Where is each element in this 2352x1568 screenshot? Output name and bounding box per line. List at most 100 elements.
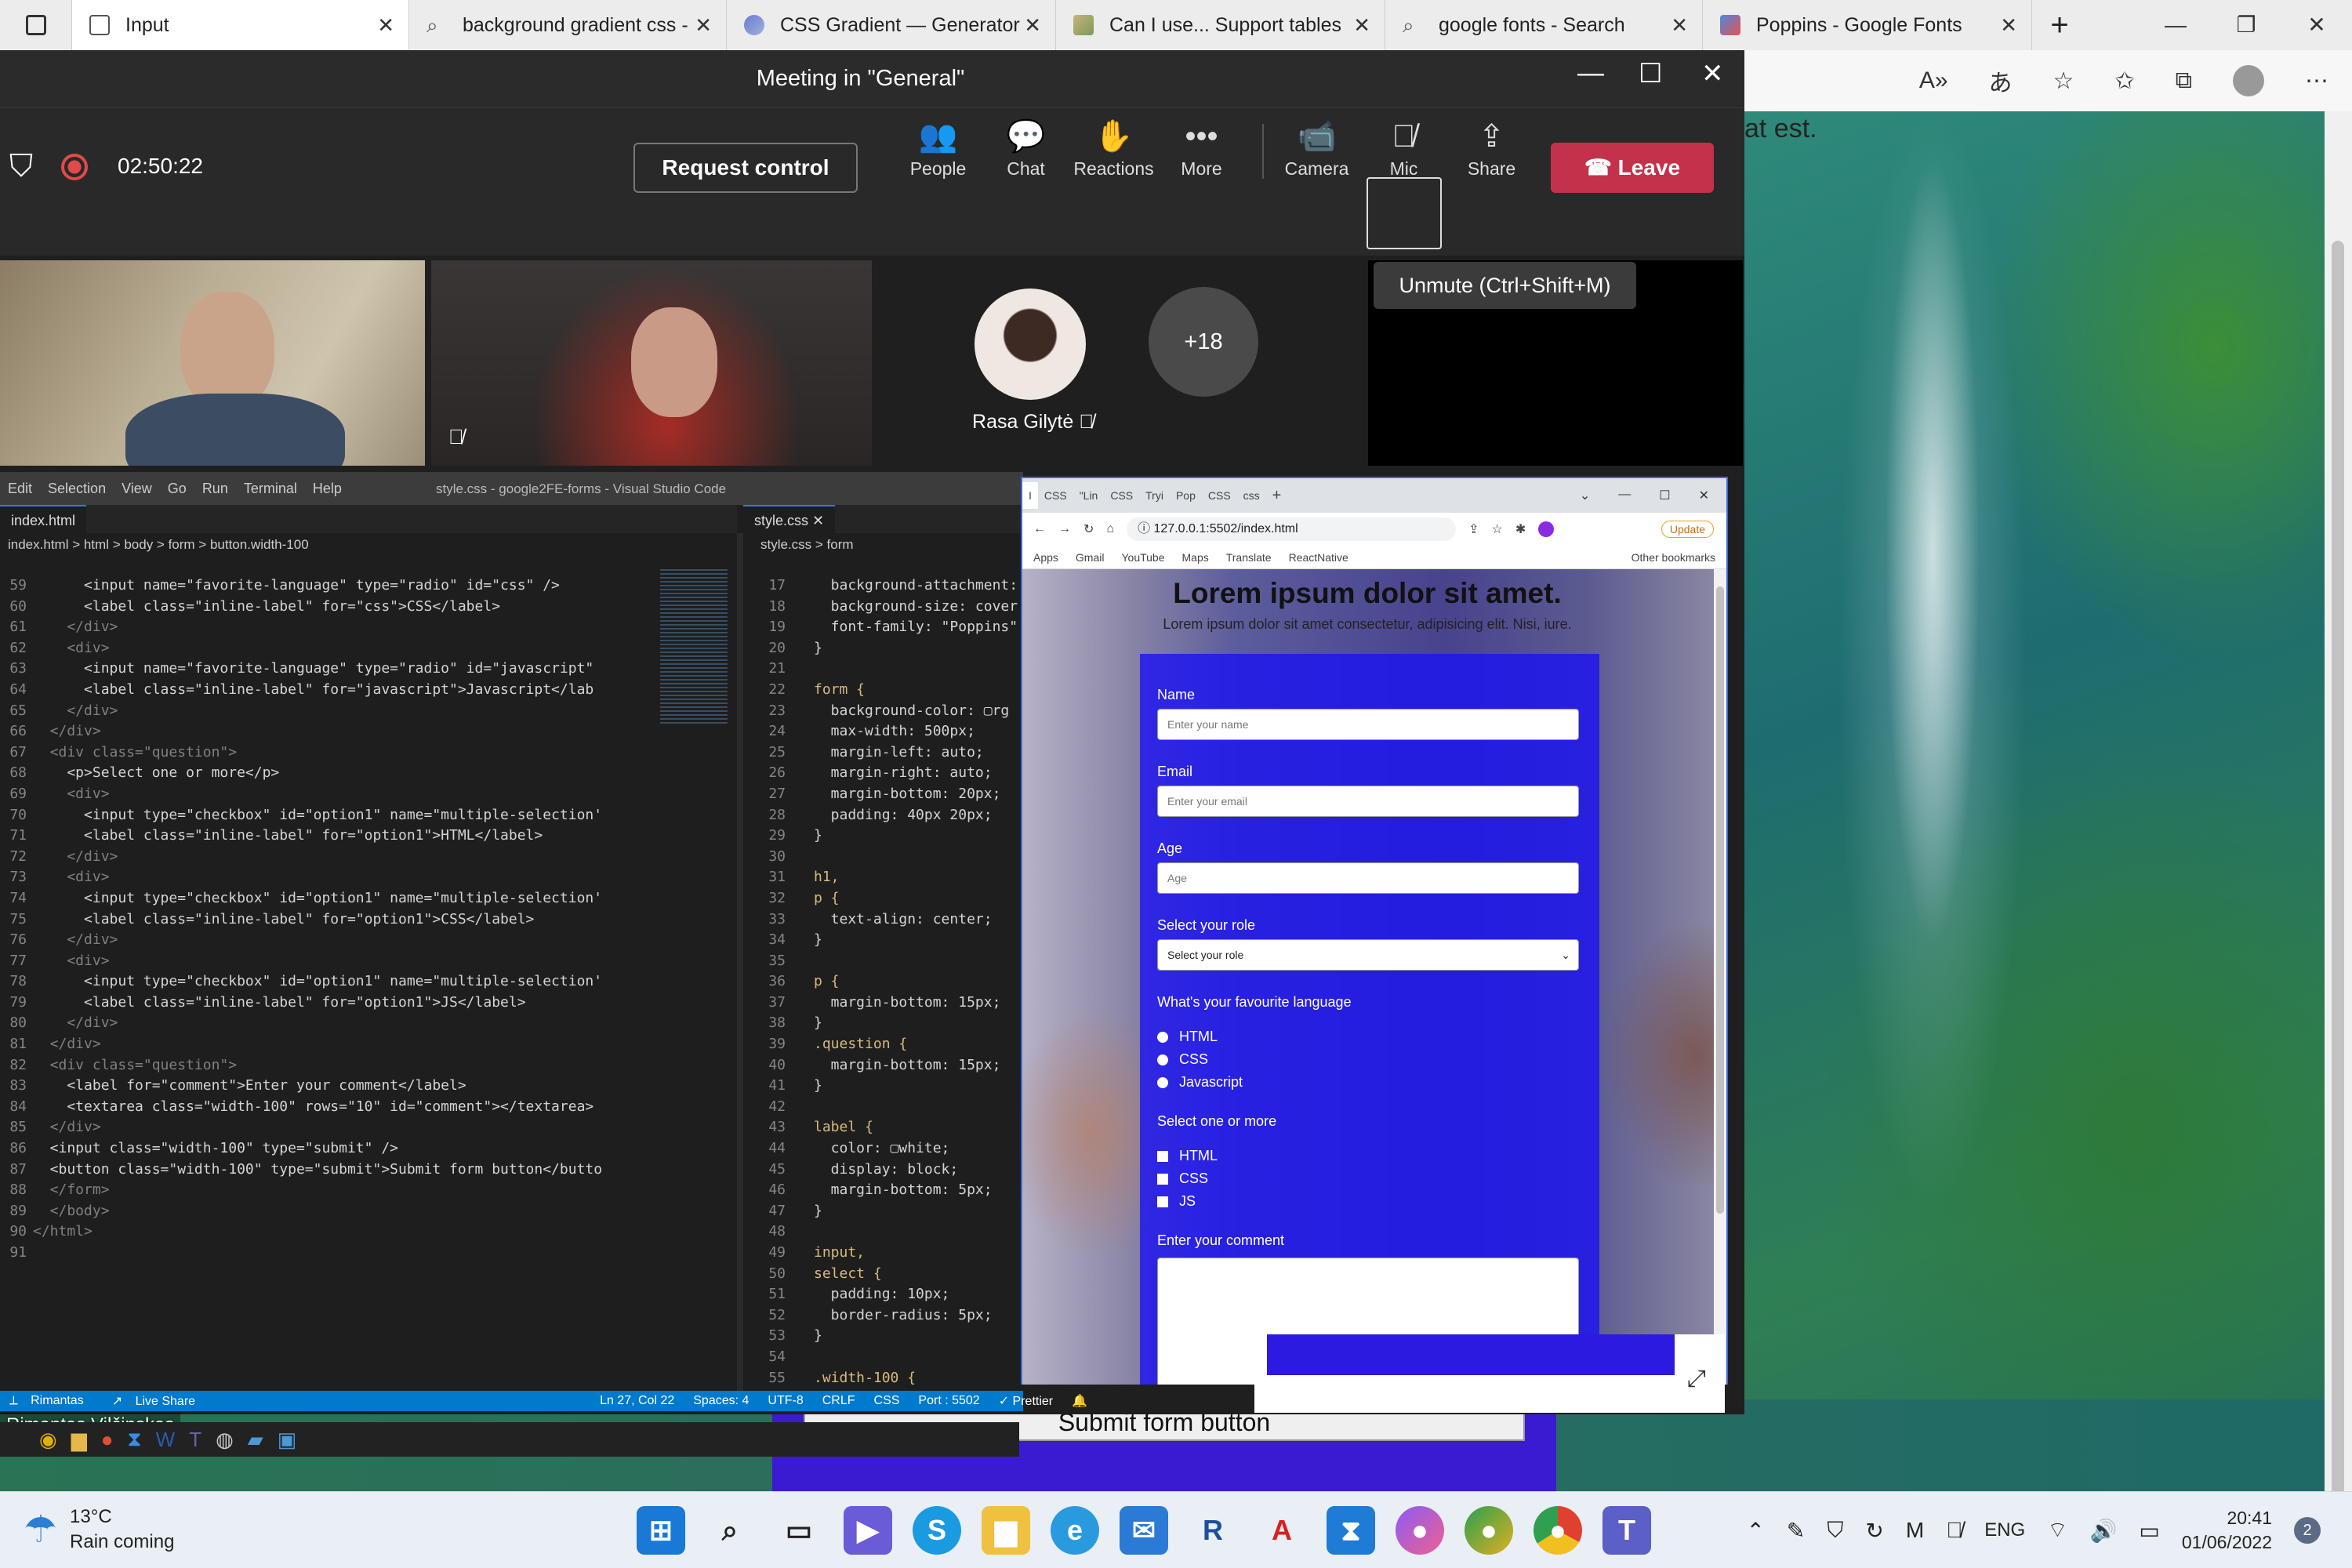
- menu-terminal[interactable]: Terminal: [236, 481, 305, 497]
- radio-html[interactable]: HTML: [1157, 1029, 1218, 1045]
- menu-help[interactable]: Help: [305, 481, 350, 497]
- html-code-editor[interactable]: <input name="favorite-language" type="ra…: [33, 575, 652, 1265]
- media-icon[interactable]: M: [1906, 1518, 1924, 1543]
- participant-video-tile[interactable]: [0, 260, 425, 466]
- tab-index-html[interactable]: index.html: [0, 505, 87, 533]
- bookmark-translate[interactable]: Translate: [1226, 551, 1272, 564]
- sync-icon[interactable]: ↻: [1865, 1518, 1883, 1544]
- mic-off-icon[interactable]: 🎙̸: [1946, 1518, 1962, 1543]
- radio-icon[interactable]: [1157, 1076, 1168, 1088]
- minimize-icon[interactable]: —: [1618, 488, 1631, 503]
- chrome-tab[interactable]: CSS: [1038, 482, 1073, 509]
- css-code-editor[interactable]: background-attachment: background-size: …: [814, 575, 1022, 1391]
- name-input[interactable]: Enter your name: [1157, 709, 1579, 740]
- chat-icon[interactable]: ▶: [844, 1506, 892, 1555]
- age-input[interactable]: Age: [1157, 862, 1579, 894]
- close-tab-icon[interactable]: ✕: [695, 13, 712, 38]
- reactions-button[interactable]: ✋ Reactions: [1073, 114, 1155, 196]
- status-language[interactable]: CSS: [865, 1394, 909, 1408]
- workspaces-button[interactable]: [0, 0, 72, 50]
- notification-badge[interactable]: 2: [2294, 1517, 2321, 1544]
- security-icon[interactable]: ⛉: [1827, 1518, 1843, 1544]
- back-icon[interactable]: ←: [1033, 522, 1046, 536]
- bell-icon[interactable]: 🔔: [1062, 1393, 1097, 1409]
- status-prettier[interactable]: ✓ Prettier: [989, 1393, 1062, 1409]
- chrome-tab[interactable]: CSS: [1202, 482, 1237, 509]
- email-input[interactable]: Enter your email: [1157, 786, 1579, 817]
- chrome-scrollbar[interactable]: [1714, 569, 1726, 1385]
- app-icon[interactable]: ●: [1396, 1506, 1444, 1555]
- checkbox-js[interactable]: JS: [1157, 1193, 1196, 1210]
- leave-button[interactable]: ☎ Leave: [1551, 143, 1714, 193]
- checkbox-icon[interactable]: [1157, 1150, 1168, 1162]
- add-favorite-icon[interactable]: ☆: [2053, 67, 2074, 95]
- breadcrumb[interactable]: style.css > form: [753, 533, 854, 557]
- status-live-share[interactable]: ↗ Live Share: [103, 1393, 214, 1409]
- share-icon[interactable]: ⇪: [1468, 521, 1479, 537]
- chrome-tab[interactable]: css: [1237, 482, 1266, 509]
- chat-button[interactable]: 💬 Chat: [985, 114, 1067, 196]
- mail-icon[interactable]: ✉: [1120, 1506, 1168, 1555]
- more-participants-badge[interactable]: +18: [1149, 287, 1258, 397]
- menu-run[interactable]: Run: [194, 481, 236, 497]
- chrome-tab[interactable]: Tryi: [1139, 482, 1170, 509]
- close-icon[interactable]: ✕: [1699, 488, 1709, 503]
- more-button[interactable]: ••• More: [1160, 114, 1243, 196]
- update-button[interactable]: Update: [1661, 521, 1714, 538]
- status-position[interactable]: Ln 27, Col 22: [590, 1394, 684, 1408]
- clock[interactable]: 20:41 01/06/2022: [2182, 1506, 2272, 1555]
- chrome-icon[interactable]: ●: [1534, 1506, 1582, 1555]
- close-tab-icon[interactable]: ✕: [812, 513, 824, 528]
- edge-tab-input[interactable]: Input ✕: [72, 0, 409, 50]
- new-tab-button[interactable]: +: [2032, 0, 2087, 50]
- radio-css[interactable]: CSS: [1157, 1051, 1208, 1068]
- checkbox-icon[interactable]: [1157, 1196, 1168, 1207]
- maximize-icon[interactable]: ☐: [1659, 488, 1670, 503]
- close-tab-icon[interactable]: ✕: [1024, 13, 1041, 38]
- edge-tab-caniuse[interactable]: Can I use... Support tables ✕: [1056, 0, 1385, 50]
- role-select[interactable]: Select your role ⌄: [1157, 939, 1579, 971]
- chevron-down-icon[interactable]: ⌄: [1580, 488, 1590, 503]
- bookmark-star-icon[interactable]: ☆: [1491, 521, 1502, 537]
- close-tab-icon[interactable]: ✕: [1353, 13, 1370, 38]
- app-icon[interactable]: ●: [1465, 1506, 1513, 1555]
- status-port[interactable]: Port : 5502: [909, 1394, 989, 1408]
- forward-icon[interactable]: →: [1058, 522, 1071, 536]
- skype-icon[interactable]: S: [913, 1506, 961, 1555]
- scrollbar-thumb[interactable]: [2332, 241, 2344, 1542]
- wifi-icon[interactable]: ⌔: [2047, 1517, 2067, 1544]
- input-language[interactable]: ENG: [1984, 1519, 2025, 1541]
- vscode-icon[interactable]: ⧗: [1327, 1506, 1375, 1555]
- close-tab-icon[interactable]: ✕: [377, 13, 394, 38]
- address-bar[interactable]: ⓘ 127.0.0.1:5502/index.html: [1127, 517, 1457, 541]
- minimize-icon[interactable]: —: [1577, 58, 1604, 89]
- translate-icon[interactable]: あ: [1989, 64, 2013, 98]
- reload-icon[interactable]: ↻: [1083, 521, 1094, 537]
- new-tab-button[interactable]: +: [1266, 482, 1288, 509]
- other-bookmarks[interactable]: Other bookmarks: [1632, 551, 1726, 564]
- chrome-tab[interactable]: CSS: [1104, 482, 1139, 509]
- menu-view[interactable]: View: [114, 481, 160, 497]
- minimize-icon[interactable]: —: [2140, 0, 2211, 50]
- checkbox-html[interactable]: HTML: [1157, 1148, 1218, 1164]
- checkbox-icon[interactable]: [1157, 1173, 1168, 1185]
- home-icon[interactable]: ⌂: [1106, 522, 1114, 536]
- file-explorer-icon[interactable]: ▆: [982, 1506, 1030, 1555]
- editor-split-divider[interactable]: [737, 533, 743, 1391]
- edge-tab-search-gradient[interactable]: ⌕ background gradient css - ✕: [409, 0, 727, 50]
- read-aloud-icon[interactable]: A»: [1919, 67, 1948, 94]
- profile-avatar[interactable]: [1538, 521, 1555, 537]
- acrobat-icon[interactable]: A: [1258, 1506, 1306, 1555]
- status-encoding[interactable]: UTF-8: [758, 1394, 812, 1408]
- maximize-icon[interactable]: ☐: [1639, 58, 1662, 89]
- checkbox-css[interactable]: CSS: [1157, 1171, 1208, 1187]
- edge-page-scrollbar[interactable]: [2325, 111, 2352, 1542]
- participant-video-tile[interactable]: 🎙̸: [431, 260, 872, 466]
- edge-icon[interactable]: e: [1051, 1506, 1099, 1555]
- bookmark-gmail[interactable]: Gmail: [1076, 551, 1105, 564]
- menu-selection[interactable]: Selection: [40, 481, 114, 497]
- share-button[interactable]: ⇪ Share: [1450, 114, 1533, 196]
- task-view-icon[interactable]: ▭: [775, 1506, 823, 1555]
- minimap[interactable]: [660, 569, 728, 726]
- breadcrumb[interactable]: index.html > html > body > form > button…: [0, 533, 309, 557]
